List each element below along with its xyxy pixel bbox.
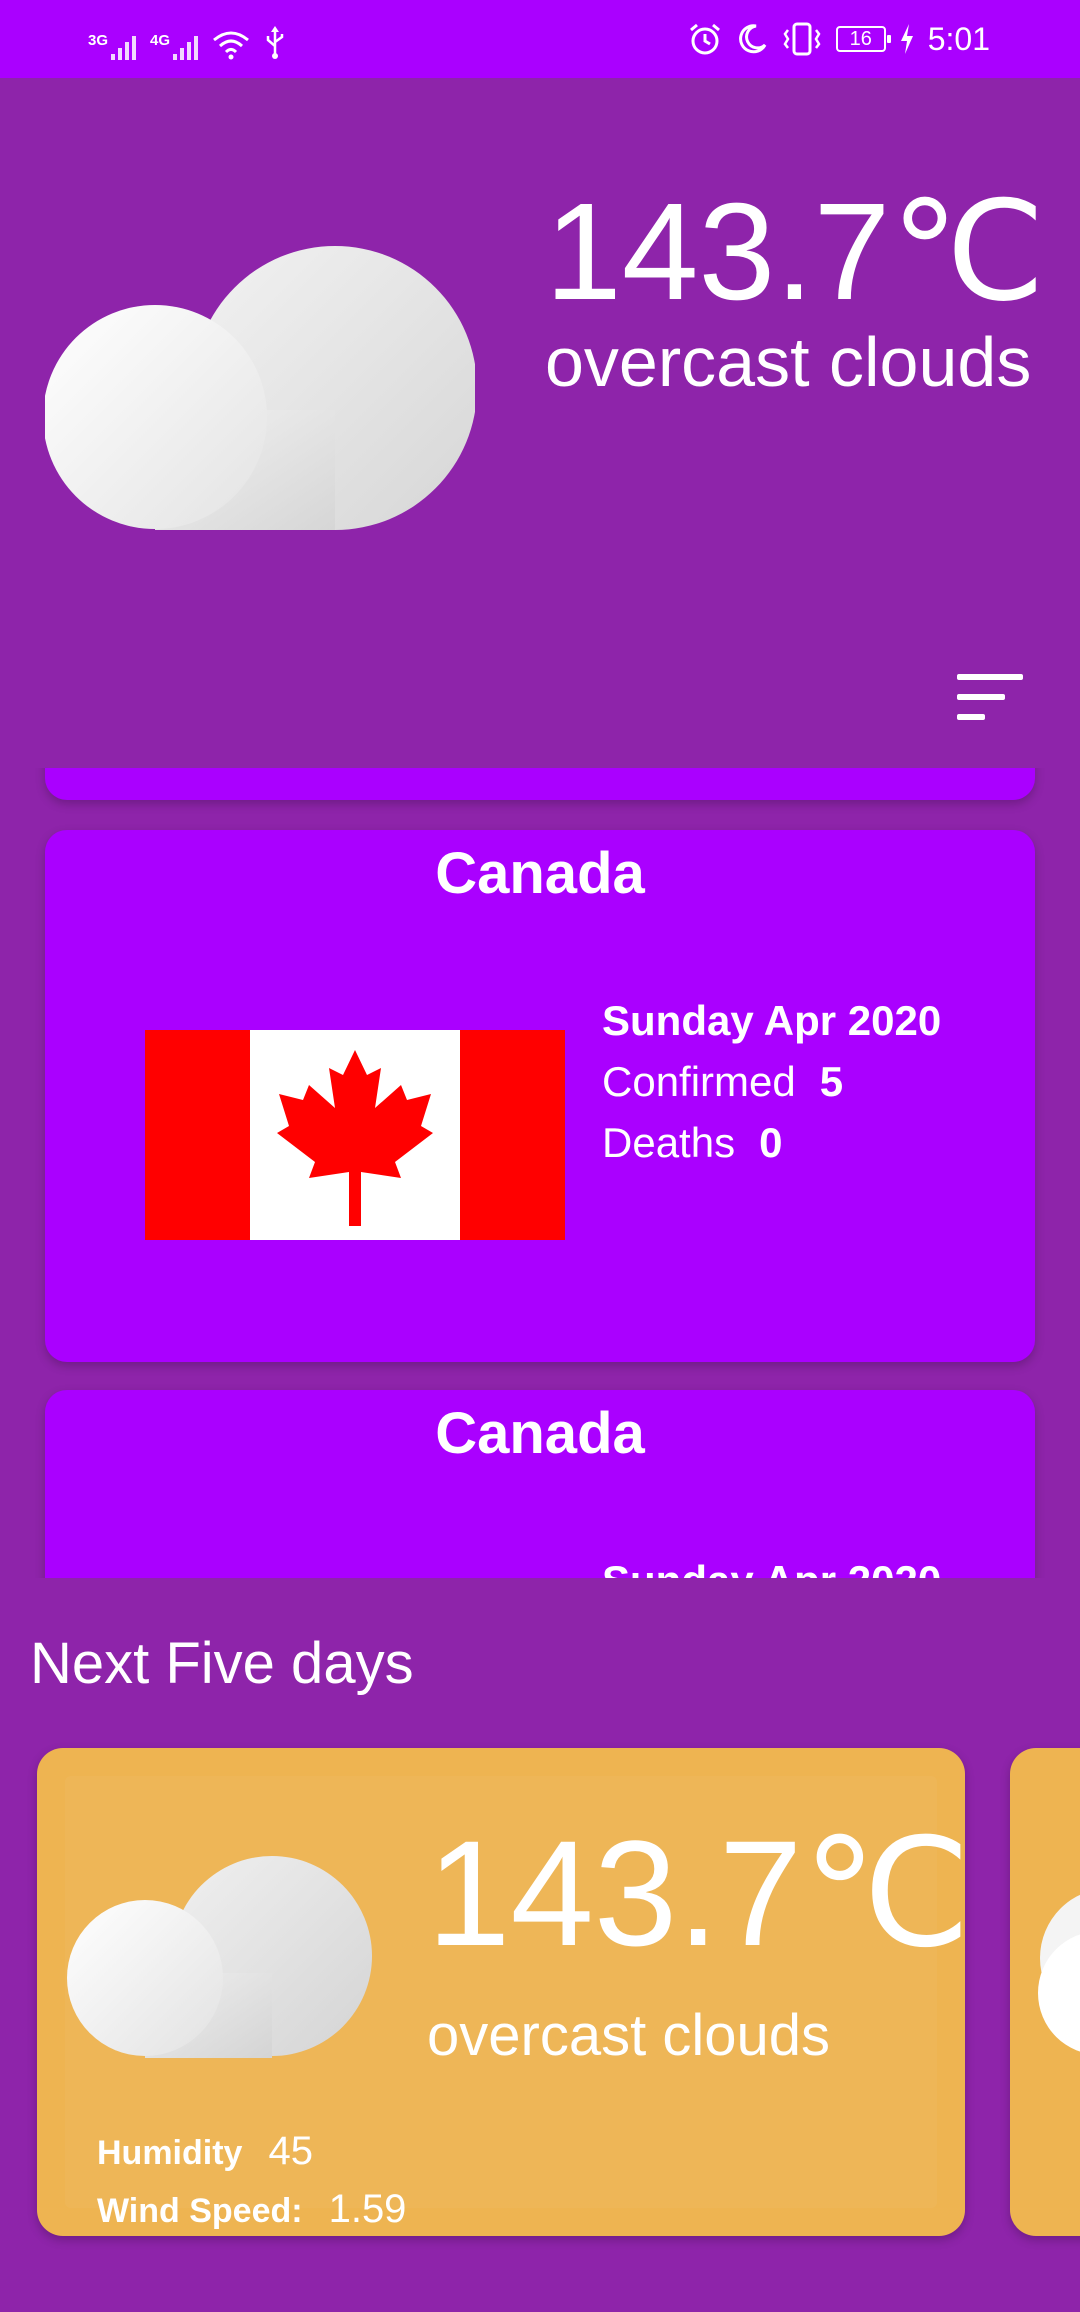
signal-icon [111,30,137,60]
wind-value: 1.59 [328,2187,407,2231]
wifi-icon [213,31,249,60]
card-country: Canada [435,1401,645,1466]
cloud-icon [1038,1894,1080,2052]
humidity-value: 45 [268,2129,313,2173]
confirmed-value: 5 [819,1058,844,1105]
canada-flag [145,1030,565,1240]
forecast-metrics: Humidity 45 Wind Speed: 1.59 [97,2123,406,2236]
forecast-description: overcast clouds [427,2003,830,2068]
card-date: Sunday Apr 2020 [602,997,942,1044]
confirmed-row: Confirmed 5 [602,1051,941,1112]
card-info: Sunday Apr 2020 Confirmed 5 Deaths 0 [602,990,941,1173]
forecast-card-next[interactable] [1010,1748,1080,2236]
deaths-row: Deaths 0 [602,1112,941,1173]
moon-icon [738,24,767,54]
deaths-value: 0 [759,1119,783,1166]
status-bar: 3G 4G 16 5:01 [0,0,1080,78]
filter-icon[interactable] [955,670,1025,726]
cloud-icon [45,246,475,530]
forecast-card[interactable]: 143.7℃ overcast clouds Humidity 45 Wind S… [37,1748,965,2236]
battery-icon: 16 [835,26,891,52]
vibrate-icon [783,22,821,56]
network-4g: 4G [150,30,199,60]
wind-label: Wind Speed: [97,2192,303,2230]
card-date: Sunday Apr 2020 [602,1550,941,1578]
clock-time: 5:01 [927,20,990,57]
charging-icon [900,24,913,54]
cloud-icon [67,1856,372,2058]
alarm-icon [689,23,720,55]
wind-row: Wind Speed: 1.59 [97,2181,406,2236]
covid-card[interactable]: Canada Sunday Apr 2020 Confirmed 5 Deaths… [45,830,1035,1362]
covid-card-partial-top[interactable] [45,768,1035,800]
usb-icon [266,26,284,59]
current-description: overcast clouds [545,323,1032,401]
card-country: Canada [435,841,645,906]
card-info: Sunday Apr 2020 [602,1550,941,1578]
status-left: 3G 4G [88,20,286,60]
deaths-label: Deaths [602,1119,736,1166]
humidity-label: Humidity [97,2134,243,2172]
signal-icon [173,30,199,60]
battery-level: 16 [849,27,872,50]
humidity-row: Humidity 45 [97,2123,406,2181]
covid-card-list[interactable]: Canada Sunday Apr 2020 Confirmed 5 Deaths… [0,768,1080,1578]
confirmed-label: Confirmed [602,1058,796,1105]
covid-card[interactable]: Canada Sunday Apr 2020 [45,1390,1035,1578]
section-title: Next Five days [30,1631,414,1696]
current-temperature: 143.7℃ [545,175,1046,329]
network-4g-label: 4G [150,32,171,49]
forecast-temperature: 143.7℃ [427,1809,965,1977]
network-3g-label: 3G [88,32,109,49]
status-right: 16 5:01 [688,14,990,64]
network-3g: 3G [88,30,137,60]
